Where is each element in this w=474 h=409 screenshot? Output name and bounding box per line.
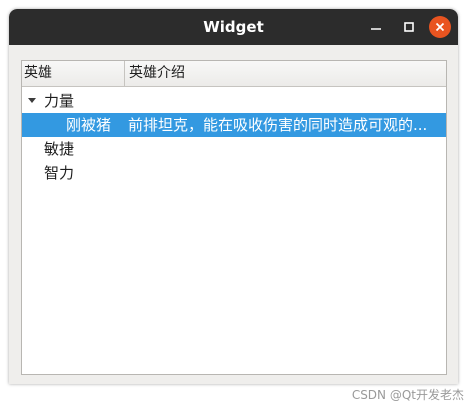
- tree-item-label: 力量: [44, 92, 75, 110]
- header-column-description[interactable]: 英雄介绍: [125, 61, 446, 86]
- maximize-button[interactable]: [398, 16, 420, 38]
- close-icon: [435, 22, 445, 32]
- header-column-hero[interactable]: 英雄: [22, 61, 125, 86]
- expand-arrow-icon[interactable]: [28, 98, 36, 103]
- close-button[interactable]: [429, 16, 451, 38]
- hero-tree-widget[interactable]: 英雄 英雄介绍 力量 刚被猪 前排坦克，能在吸收伤害的同时造成可观的... 敏捷…: [21, 60, 447, 375]
- tree-item-label: 敏捷: [44, 140, 75, 158]
- title-bar[interactable]: Widget: [9, 9, 458, 45]
- minimize-icon: [371, 28, 381, 30]
- tree-header: 英雄 英雄介绍: [22, 61, 446, 87]
- minimize-button[interactable]: [365, 16, 387, 38]
- maximize-icon: [404, 22, 414, 32]
- window-title: Widget: [203, 18, 264, 36]
- tree-item-label: 刚被猪: [66, 116, 112, 134]
- tree-item-label: 智力: [44, 164, 75, 182]
- tree-item-strength[interactable]: 力量: [22, 89, 446, 113]
- app-window: Widget 英雄 英雄介绍 力量 刚被猪 前排坦克，能在吸收伤害的同时造成可观…: [9, 9, 458, 384]
- tree-item-description: 前排坦克，能在吸收伤害的同时造成可观的...: [128, 116, 428, 134]
- tree-item-hero-selected[interactable]: 刚被猪 前排坦克，能在吸收伤害的同时造成可观的...: [22, 113, 446, 137]
- watermark: CSDN @Qt开发老杰: [351, 388, 464, 402]
- tree-item-intelligence[interactable]: 智力: [22, 161, 446, 185]
- tree-item-agility[interactable]: 敏捷: [22, 137, 446, 161]
